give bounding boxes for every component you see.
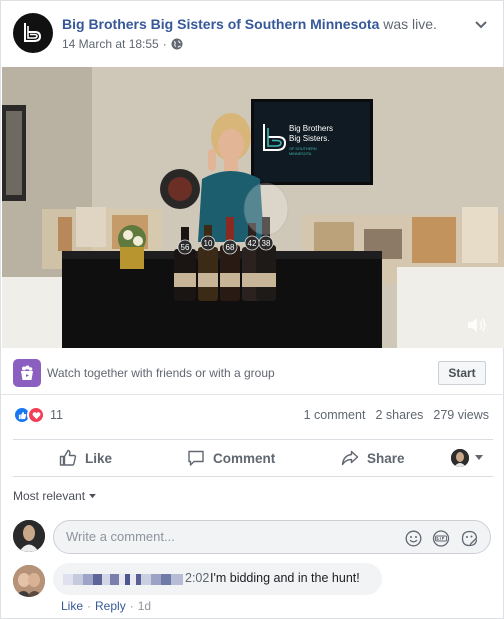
gif-icon[interactable] bbox=[432, 529, 450, 547]
tv-text-1: Big Brothers bbox=[289, 124, 333, 133]
bottle-tag-4: 42 bbox=[248, 239, 257, 248]
live-video-player[interactable]: Big Brothers Big Sisters. OF SOUTHERN MI… bbox=[2, 67, 504, 348]
sort-label: Most relevant bbox=[13, 489, 86, 503]
bottle-tag-2: 10 bbox=[204, 239, 213, 248]
video-frame: Big Brothers Big Sisters. OF SOUTHERN MI… bbox=[2, 67, 504, 348]
bottle-tag-1: 56 bbox=[181, 243, 190, 252]
commenter-avatar[interactable] bbox=[13, 565, 45, 597]
comment-count-link[interactable]: 1 comment bbox=[304, 408, 366, 422]
comment-actions-dot: · bbox=[87, 599, 92, 613]
watch-together-bar: Watch together with friends or with a gr… bbox=[1, 351, 504, 395]
comment-like-link[interactable]: Like bbox=[61, 599, 83, 613]
love-reaction-icon bbox=[27, 406, 45, 424]
comment-sort-dropdown[interactable]: Most relevant bbox=[13, 489, 96, 503]
post-header: Big Brothers Big Sisters of Southern Min… bbox=[13, 13, 493, 57]
emoji-icon[interactable] bbox=[404, 529, 422, 547]
bottle-tag-5: 38 bbox=[262, 239, 271, 248]
comment-reply-link[interactable]: Reply bbox=[95, 599, 126, 613]
post-as-selector[interactable] bbox=[451, 440, 483, 476]
comment-bubble-icon bbox=[188, 450, 204, 466]
start-watch-party-button[interactable]: Start bbox=[438, 361, 486, 385]
like-button[interactable]: Like bbox=[59, 440, 112, 476]
reaction-count: 11 bbox=[50, 408, 63, 422]
speaker-icon[interactable] bbox=[466, 316, 488, 334]
post-date[interactable]: 14 March at 18:55 bbox=[62, 37, 159, 51]
redacted-commenter-name[interactable] bbox=[63, 572, 185, 587]
engagement-stats: 11 1 comment 2 shares 279 views bbox=[13, 405, 493, 427]
post-meta: 14 March at 18:55 · bbox=[62, 37, 183, 51]
sticker-icon[interactable] bbox=[460, 529, 478, 547]
page-name-link[interactable]: Big Brothers Big Sisters of Southern Min… bbox=[62, 16, 379, 32]
post-options-button[interactable] bbox=[471, 15, 491, 35]
watch-together-text: Watch together with friends or with a gr… bbox=[47, 366, 275, 380]
globe-icon bbox=[171, 38, 183, 50]
like-button-label: Like bbox=[85, 450, 113, 466]
share-count-link[interactable]: 2 shares bbox=[375, 408, 423, 422]
watch-party-icon bbox=[13, 359, 41, 387]
comment-actions-dot: · bbox=[129, 599, 134, 613]
comment-composer bbox=[13, 519, 493, 555]
page-avatar[interactable] bbox=[13, 13, 53, 53]
comment-time[interactable]: 1d bbox=[138, 599, 151, 613]
thumbs-up-icon bbox=[59, 449, 77, 466]
user-avatar bbox=[451, 449, 469, 467]
comment-item: 2:02 I'm bidding and in the hunt! Like ·… bbox=[13, 563, 493, 615]
bbbs-logo-icon bbox=[24, 23, 42, 42]
comment-actions: Like · Reply · 1d bbox=[61, 599, 151, 613]
post-author-line: Big Brothers Big Sisters of Southern Min… bbox=[62, 16, 437, 32]
meta-separator: · bbox=[162, 37, 167, 51]
tv-text-2: Big Sisters. bbox=[289, 134, 329, 143]
composer-icons bbox=[404, 529, 478, 547]
comment-text: I'm bidding and in the hunt! bbox=[210, 571, 360, 585]
live-status: was live. bbox=[383, 16, 437, 32]
comment-input[interactable] bbox=[66, 529, 386, 544]
chevron-down-icon bbox=[475, 21, 487, 29]
comment-button-label: Comment bbox=[213, 450, 276, 466]
action-bar: Like Comment Share bbox=[13, 439, 493, 477]
post-card: Big Brothers Big Sisters of Southern Min… bbox=[0, 0, 504, 619]
tv-text-4: MINNESOTA bbox=[289, 152, 312, 156]
reactions-summary[interactable]: 11 bbox=[13, 406, 63, 424]
comment-button[interactable]: Comment bbox=[187, 440, 275, 476]
comment-video-timestamp[interactable]: 2:02 bbox=[185, 571, 209, 585]
comment-bubble: 2:02 I'm bidding and in the hunt! bbox=[53, 563, 382, 595]
share-button[interactable]: Share bbox=[341, 440, 405, 476]
composer-avatar bbox=[13, 520, 45, 552]
stats-right: 1 comment 2 shares 279 views bbox=[304, 408, 489, 422]
view-count: 279 views bbox=[433, 408, 489, 422]
bottle-tag-3: 68 bbox=[226, 243, 235, 252]
share-button-label: Share bbox=[367, 450, 405, 466]
caret-down-icon bbox=[89, 493, 96, 498]
caret-down-icon bbox=[475, 455, 483, 460]
share-arrow-icon bbox=[341, 450, 359, 466]
tv-text-3: OF SOUTHERN bbox=[289, 147, 317, 151]
comment-input-box[interactable] bbox=[53, 520, 491, 554]
